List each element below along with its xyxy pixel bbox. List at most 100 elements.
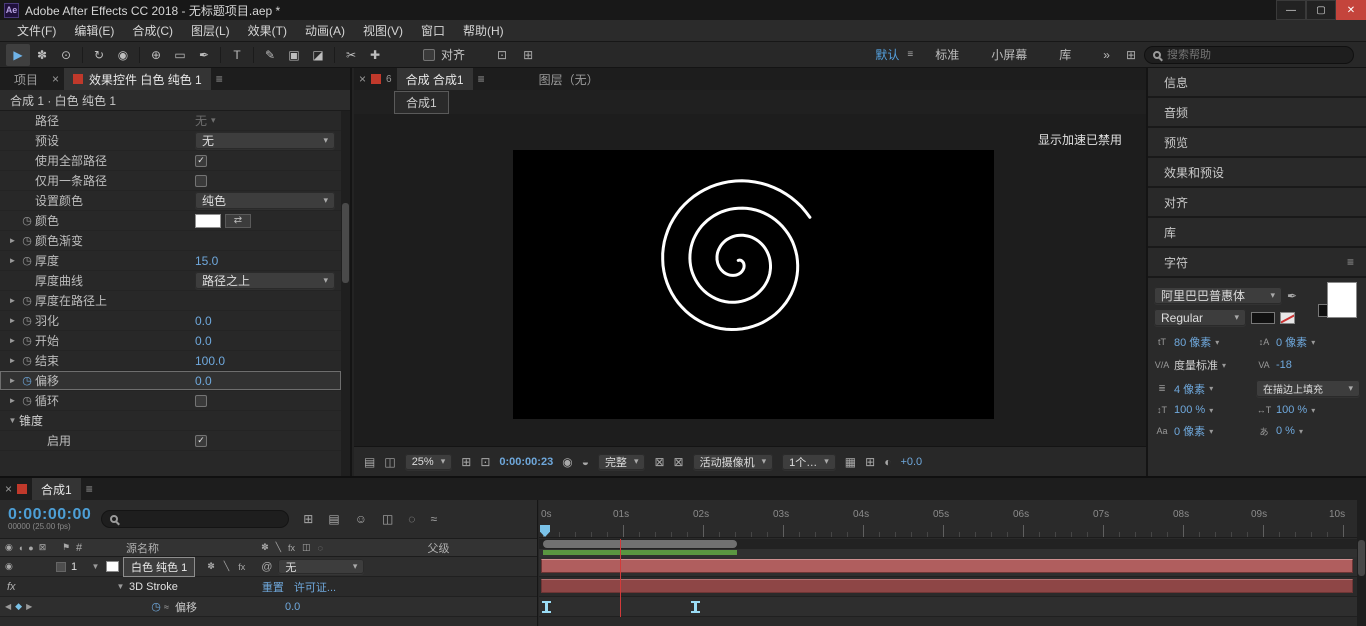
panel-menu-icon[interactable]: ≡ (86, 482, 93, 496)
use-single-path-checkbox[interactable] (195, 175, 207, 187)
view-count-dropdown[interactable]: 1个…▾ (782, 454, 836, 470)
exposure-icon[interactable]: ◐ (884, 455, 891, 469)
shape-tool-button[interactable]: ▭ (168, 44, 192, 66)
enable-checkbox[interactable]: ✓ (195, 435, 207, 447)
keyframe[interactable] (691, 601, 700, 613)
snapshot-icon[interactable]: ▤ (364, 455, 375, 469)
graph-icon[interactable]: ≈ (164, 602, 169, 612)
panel-menu-icon[interactable]: ≡ (216, 72, 223, 86)
offset-value[interactable]: 0.0 (195, 374, 212, 388)
selection-tool-button[interactable]: ▶ (6, 44, 30, 66)
take-snapshot-icon[interactable]: ◉ (562, 455, 572, 469)
stopwatch-icon[interactable]: ◷ (148, 600, 164, 613)
maximize-button[interactable]: ▢ (1306, 0, 1336, 20)
stopwatch-icon[interactable]: ◷ (19, 254, 35, 267)
viewer-timecode[interactable]: 0:00:00:23 (499, 456, 553, 468)
clone-stamp-tool-button[interactable]: ▣ (282, 44, 306, 66)
parent-column[interactable]: 父级 (340, 540, 537, 556)
stopwatch-icon[interactable]: ◷ (19, 354, 35, 367)
fast-previews-icon[interactable]: ⊞ (865, 455, 875, 469)
draft-3d-icon[interactable]: ▤ (328, 512, 339, 526)
brush-tool-button[interactable]: ✎ (258, 44, 282, 66)
timeline-scrollbar[interactable] (1357, 500, 1366, 626)
font-size-control[interactable]: tT 80 像素 ▾ (1154, 334, 1252, 350)
add-keyframe-icon[interactable]: ◆ (15, 601, 22, 612)
composition-flowchart-icon[interactable]: ⊞ (303, 512, 313, 526)
pan-behind-tool-button[interactable]: ⊕ (144, 44, 168, 66)
panel-tab-preview[interactable]: 预览 (1148, 128, 1366, 158)
prev-keyframe-icon[interactable]: ◀ (5, 602, 11, 611)
pen-tool-button[interactable]: ✒ (192, 44, 216, 66)
layer-name[interactable]: 白色 纯色 1 (123, 557, 195, 577)
menu-animation[interactable]: 动画(A) (296, 22, 354, 39)
panel-tab-libraries[interactable]: 库 (1148, 218, 1366, 248)
panel-tab-audio[interactable]: 音频 (1148, 98, 1366, 128)
end-value[interactable]: 100.0 (195, 354, 225, 368)
thickness-value[interactable]: 15.0 (195, 254, 218, 268)
camera-tool-button[interactable]: ◉ (111, 44, 135, 66)
scrollbar-thumb[interactable] (1358, 540, 1365, 576)
motion-blur-icon[interactable]: ◌ (408, 512, 415, 526)
loop-checkbox[interactable] (195, 395, 207, 407)
effect-expand-icon[interactable]: ▼ (114, 582, 127, 591)
close-icon[interactable]: × (52, 72, 59, 86)
layer-visibility-icon[interactable]: ◉ (5, 561, 13, 572)
graph-editor-icon[interactable]: ≈ (430, 512, 437, 526)
workspace-overflow[interactable]: » (1103, 48, 1110, 62)
menu-composition[interactable]: 合成(C) (123, 22, 182, 39)
comp-nav-button[interactable]: 合成1 (394, 91, 449, 114)
tab-layer-viewer[interactable]: 图层（无） (530, 68, 608, 90)
work-area-bar[interactable] (543, 550, 737, 555)
layer-expand-icon[interactable]: ▼ (89, 562, 102, 571)
set-color-dropdown[interactable]: 纯色▾ (195, 192, 335, 209)
expand-icon[interactable]: ► (6, 376, 19, 385)
effect-license-link[interactable]: 许可证... (294, 579, 336, 595)
effect-track[interactable] (539, 577, 1357, 597)
current-timecode[interactable]: 0:00:00:00 (8, 507, 91, 522)
baseline-shift-control[interactable]: Aa 0 像素 ▾ (1154, 423, 1252, 439)
eye-icon[interactable]: ◉ (5, 542, 13, 553)
roto-brush-tool-button[interactable]: ✂ (339, 44, 363, 66)
expand-icon[interactable]: ► (6, 296, 19, 305)
panel-tab-effects-presets[interactable]: 效果和预设 (1148, 158, 1366, 188)
horizontal-scale-control[interactable]: ↔T 100 % ▾ (1256, 404, 1360, 416)
tab-effect-controls[interactable]: 效果控件 白色 纯色 1 (64, 68, 211, 90)
effect-reset-link[interactable]: 重置 (262, 579, 284, 595)
pickwhip-icon[interactable]: @ (261, 561, 272, 573)
current-time-indicator[interactable] (620, 539, 621, 617)
collapse-icon[interactable]: ✽ (207, 561, 215, 572)
effect-row[interactable]: fx ▼ 3D Stroke 重置 许可证... (0, 577, 537, 597)
panel-tab-character[interactable]: 字符 ≡ (1148, 248, 1366, 278)
property-row[interactable]: ◀ ◆ ▶ ◷ ≈ 偏移 0.0 (0, 597, 537, 617)
leading-control[interactable]: ↕A 0 像素 ▾ (1256, 334, 1360, 350)
tab-project[interactable]: 项目 (5, 68, 47, 90)
solid-color-chip[interactable] (106, 561, 119, 572)
color-swatch[interactable] (195, 214, 221, 228)
minimize-button[interactable]: — (1276, 0, 1306, 20)
time-ruler[interactable]: 0s 01s 02s 03s 04s 05s 06s 07s 08s 09s 1… (539, 500, 1357, 538)
close-icon[interactable]: × (5, 482, 12, 496)
exposure-value[interactable]: +0.0 (900, 456, 922, 468)
menu-edit[interactable]: 编辑(E) (65, 22, 123, 39)
panel-tab-info[interactable]: 信息 (1148, 68, 1366, 98)
view-layout-dropdown[interactable]: 活动摄像机▾ (693, 454, 774, 470)
layer-track[interactable] (539, 557, 1357, 577)
tsume-control[interactable]: あ 0 % ▾ (1256, 423, 1360, 439)
no-color-swatch[interactable] (1280, 312, 1295, 324)
menu-help[interactable]: 帮助(H) (454, 22, 513, 39)
time-navigator-track[interactable] (539, 539, 1357, 549)
mask-visibility-icon[interactable]: ⊡ (497, 48, 507, 62)
workspace-standard[interactable]: 标准 (935, 46, 959, 63)
preset-dropdown[interactable]: 无▾ (195, 132, 335, 149)
solo-icon[interactable]: ● (28, 542, 33, 553)
resolution-dropdown[interactable]: 完整▾ (598, 454, 646, 470)
thickness-curve-dropdown[interactable]: 路径之上▾ (195, 272, 335, 289)
font-family-dropdown[interactable]: 阿里巴巴普惠体▾ (1154, 287, 1282, 304)
target-region-icon[interactable]: ⊠ (654, 455, 664, 469)
puppet-pin-tool-button[interactable]: ✚ (363, 44, 387, 66)
tab-timeline-comp[interactable]: 合成1 (32, 478, 81, 500)
quality-icon[interactable]: ╲ (224, 561, 229, 572)
timeline-search-input[interactable] (124, 512, 280, 527)
comp-viewer[interactable]: 显示加速已禁用 (354, 114, 1146, 446)
kerning-control[interactable]: V/A 度量标准 ▾ (1154, 357, 1252, 373)
